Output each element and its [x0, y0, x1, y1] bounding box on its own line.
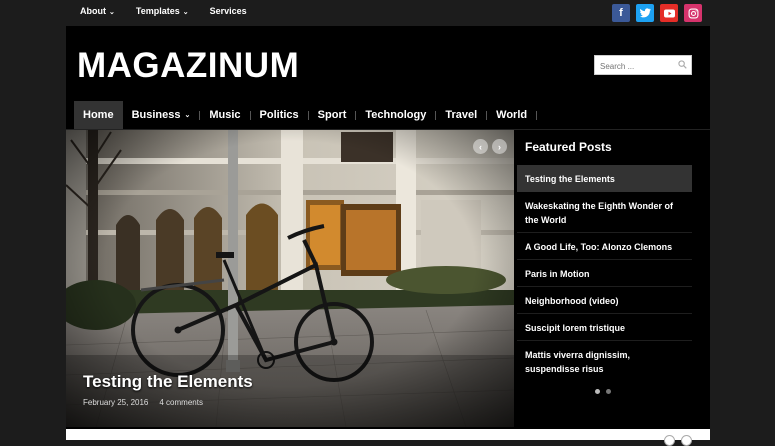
slide-title[interactable]: Testing the Elements	[83, 372, 253, 392]
featured-heading: Featured Posts	[525, 140, 612, 154]
featured-item[interactable]: Suscipit lorem tristique	[517, 314, 692, 341]
slider-prev-button[interactable]: ‹	[473, 139, 488, 154]
nav-business-label: Business	[131, 109, 181, 121]
nav-music-label: Music	[209, 109, 241, 121]
next-circle-icon[interactable]	[681, 435, 692, 446]
top-menu: About ⌄ Templates ⌄ Services	[80, 6, 268, 16]
top-bar: About ⌄ Templates ⌄ Services f	[0, 0, 775, 26]
nav-music[interactable]: Music	[200, 101, 249, 129]
content-area-top	[66, 429, 710, 446]
chevron-left-icon: ‹	[479, 141, 482, 152]
featured-list: Testing the Elements Wakeskating the Eig…	[517, 165, 692, 381]
top-menu-templates-label: Templates	[135, 6, 180, 16]
top-menu-templates[interactable]: Templates ⌄	[136, 6, 189, 16]
nav-technology[interactable]: Technology	[356, 101, 435, 129]
top-menu-services-label: Services	[209, 6, 247, 16]
nav-politics-label: Politics	[259, 109, 299, 121]
featured-item[interactable]: Paris in Motion	[517, 260, 692, 287]
nav-travel-label: Travel	[445, 109, 478, 121]
social-links: f	[612, 4, 702, 22]
nav-technology-label: Technology	[365, 109, 427, 121]
chevron-right-icon: ›	[498, 141, 501, 152]
instagram-icon[interactable]	[684, 4, 702, 22]
chevron-down-icon: ⌄	[109, 9, 115, 16]
nav-politics[interactable]: Politics	[251, 101, 308, 129]
nav-home-label: Home	[83, 109, 114, 121]
pagination-dot[interactable]	[606, 389, 611, 394]
prev-circle-icon[interactable]	[664, 435, 675, 446]
featured-item[interactable]: Wakeskating the Eighth Wonder of the Wor…	[517, 192, 692, 233]
nav-sport-label: Sport	[317, 109, 347, 121]
featured-item[interactable]: Testing the Elements	[517, 165, 692, 192]
pagination-dot-active[interactable]	[595, 389, 600, 394]
nav-home[interactable]: Home	[74, 101, 123, 129]
nav-world[interactable]: World	[487, 101, 536, 129]
featured-item[interactable]: A Good Life, Too: Alonzo Clemons	[517, 233, 692, 260]
search-icon[interactable]	[678, 60, 687, 69]
search-input[interactable]	[595, 57, 675, 76]
youtube-icon[interactable]	[660, 4, 678, 22]
twitter-icon[interactable]	[636, 4, 654, 22]
site-container: MAGAZINUM Home Business⌄ Music Politics …	[66, 26, 710, 446]
slider-pagination	[595, 389, 611, 394]
slider-next-button[interactable]: ›	[492, 139, 507, 154]
nav-world-label: World	[496, 109, 528, 121]
slide-date[interactable]: February 25, 2016	[83, 398, 148, 407]
facebook-icon[interactable]: f	[612, 4, 630, 22]
nav-travel[interactable]: Travel	[436, 101, 486, 129]
featured-item[interactable]: Neighborhood (video)	[517, 287, 692, 314]
chevron-down-icon: ⌄	[184, 112, 191, 119]
top-menu-about[interactable]: About ⌄	[80, 6, 115, 16]
featured-slider[interactable]: ‹ › Testing the Elements February 25, 20…	[66, 130, 514, 427]
main-nav: Home Business ⌄ Music Politics Sport Tech…	[74, 101, 537, 129]
chevron-down-icon: ⌄	[182, 9, 189, 16]
featured-posts: Featured Posts Testing the Elements Wake…	[515, 130, 710, 427]
slide-comments[interactable]: 4 comments	[159, 398, 203, 407]
search-box	[594, 55, 692, 76]
featured-item[interactable]: Mattis viverra dignissim, suspendisse ri…	[517, 341, 692, 381]
nav-sport[interactable]: Sport	[309, 101, 356, 129]
site-logo[interactable]: MAGAZINUM	[77, 46, 299, 86]
nav-business[interactable]: Business ⌄	[123, 101, 200, 129]
nav-divider	[536, 101, 537, 129]
top-menu-about-label: About	[80, 6, 106, 16]
top-menu-services[interactable]: Services	[210, 6, 247, 16]
slide-meta: February 25, 2016 4 comments	[83, 398, 203, 407]
